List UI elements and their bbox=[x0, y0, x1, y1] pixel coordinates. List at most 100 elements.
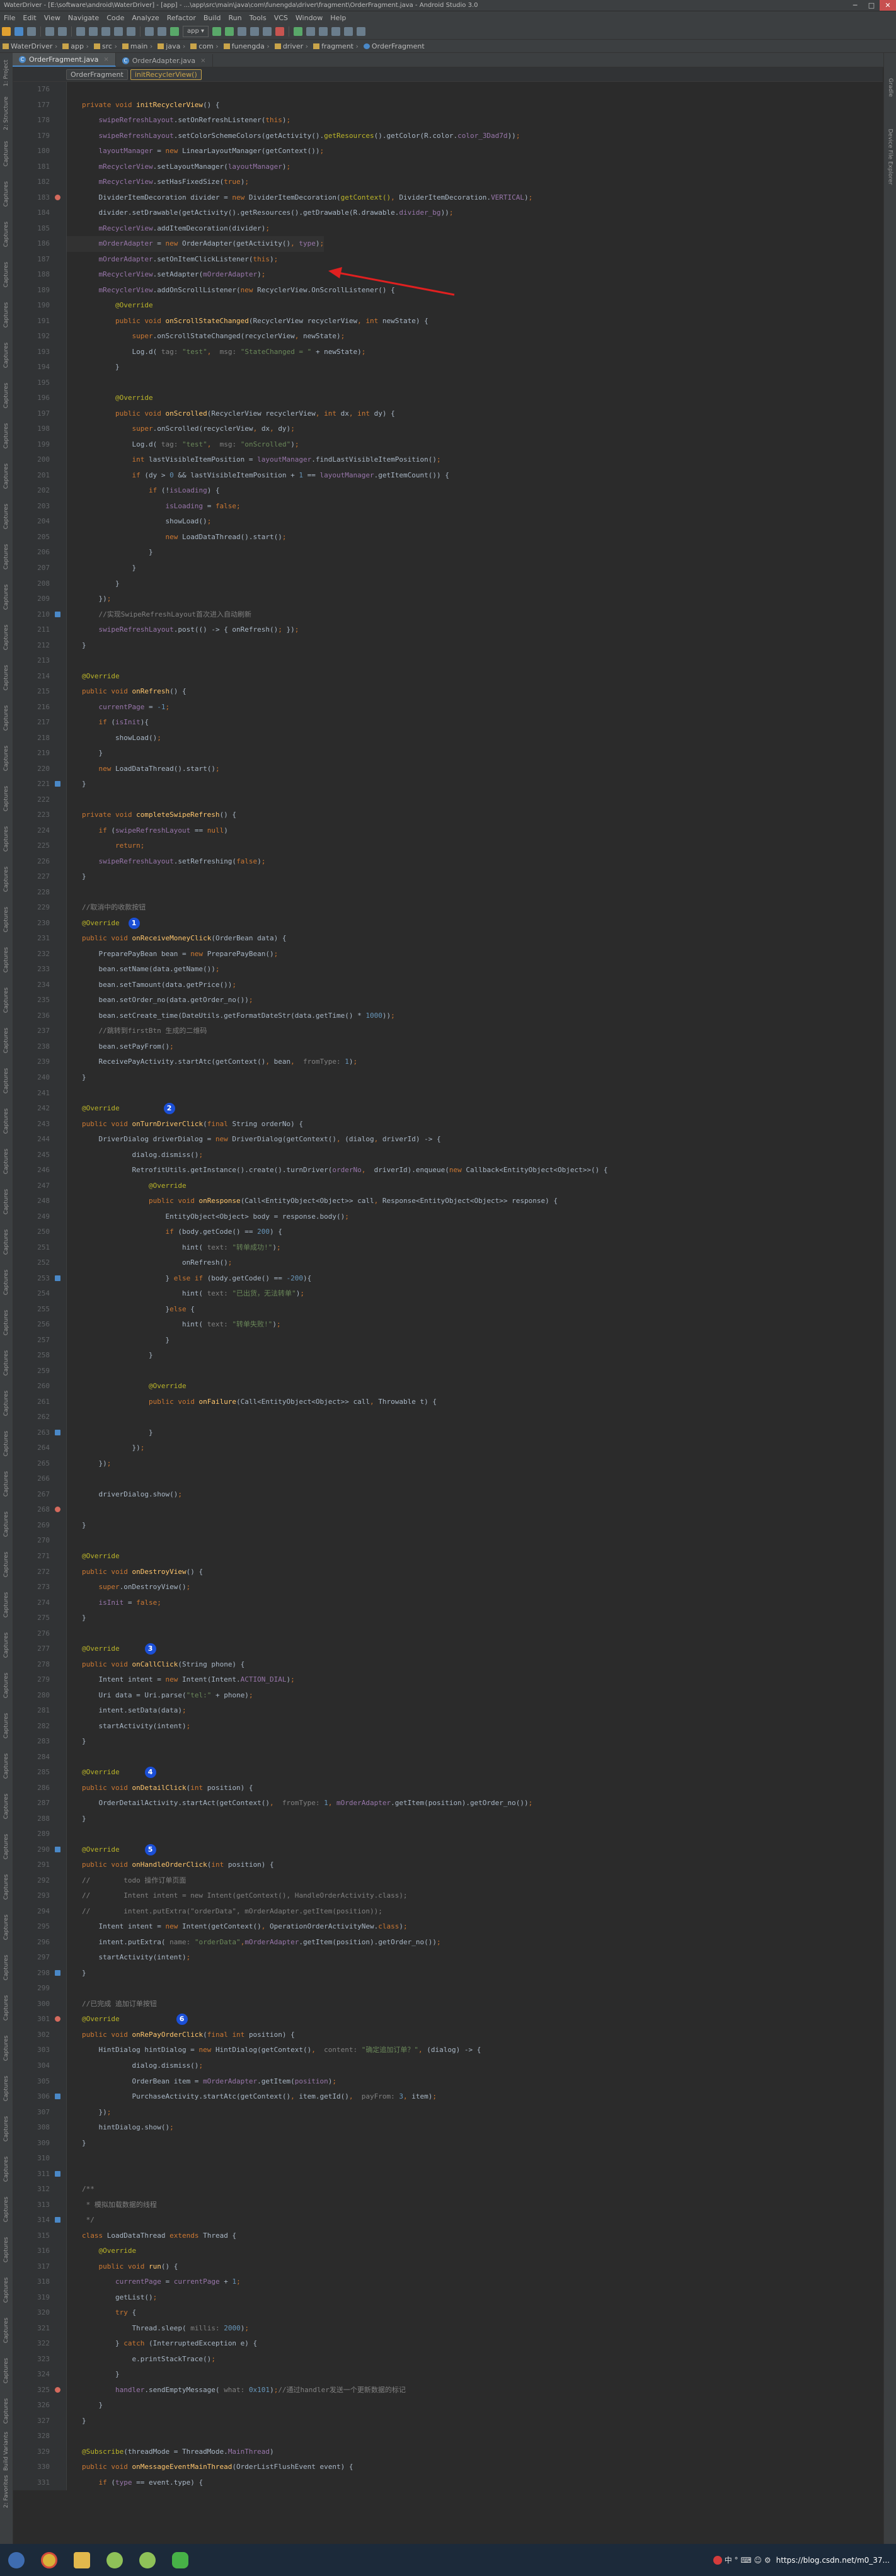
code-line[interactable]: 247 @Override bbox=[13, 1178, 883, 1194]
code-line[interactable]: 240} bbox=[13, 1070, 883, 1086]
tool-window-captures[interactable]: Captures bbox=[0, 1827, 13, 1867]
override-method-icon[interactable] bbox=[55, 2217, 60, 2223]
code-line[interactable]: 232 PreparePayBean bean = new PreparePay… bbox=[13, 946, 883, 962]
code-line[interactable]: 264 }); bbox=[13, 1440, 883, 1456]
code-line[interactable]: 285 @Override 4 bbox=[13, 1765, 883, 1781]
gutter-markers[interactable] bbox=[52, 2043, 67, 2058]
gutter-markers[interactable] bbox=[52, 2351, 67, 2368]
gutter-markers[interactable] bbox=[52, 1240, 67, 1256]
code-line[interactable]: 226 swipeRefreshLayout.setRefreshing(fal… bbox=[13, 853, 883, 870]
tool-window-captures[interactable]: Captures bbox=[0, 1101, 13, 1141]
code-line[interactable]: 219 } bbox=[13, 746, 883, 761]
code-line[interactable]: 258 } bbox=[13, 1348, 883, 1364]
tool-window-captures[interactable]: Captures bbox=[0, 1625, 13, 1665]
taskbar-app-explorer[interactable] bbox=[67, 2546, 96, 2575]
tool-window-captures[interactable]: Captures bbox=[0, 899, 13, 940]
gutter-markers[interactable] bbox=[52, 2151, 67, 2167]
undo-icon[interactable] bbox=[45, 27, 54, 36]
gutter-markers[interactable] bbox=[52, 1703, 67, 1719]
code-line[interactable]: 296 intent.putExtra( name: "orderData",m… bbox=[13, 1934, 883, 1951]
code-line[interactable]: 227} bbox=[13, 869, 883, 885]
gutter-markers[interactable] bbox=[52, 869, 67, 885]
close-tab-icon[interactable]: × bbox=[200, 57, 205, 64]
menu-vcs[interactable]: VCS bbox=[270, 14, 292, 22]
code-line[interactable]: 191 public void onScrollStateChanged(Rec… bbox=[13, 313, 883, 329]
gutter-markers[interactable] bbox=[52, 2058, 67, 2074]
gutter-markers[interactable] bbox=[52, 2135, 67, 2151]
code-line[interactable]: 321 Thread.sleep( millis: 2000); bbox=[13, 2320, 883, 2337]
tool-window-captures[interactable]: Captures bbox=[0, 1182, 13, 1222]
copy-icon[interactable] bbox=[89, 27, 98, 36]
gutter-markers[interactable] bbox=[52, 2305, 67, 2321]
gutter-markers[interactable] bbox=[52, 946, 67, 962]
code-line[interactable]: 251 hint( text: "转单成功!"); bbox=[13, 1240, 883, 1256]
gutter-markers[interactable] bbox=[52, 699, 67, 715]
tool-window-captures[interactable]: Captures bbox=[0, 2230, 13, 2270]
gutter-markers[interactable] bbox=[52, 560, 67, 576]
gutter-markers[interactable] bbox=[52, 1255, 67, 1271]
gutter-markers[interactable] bbox=[52, 962, 67, 977]
code-line[interactable]: 270 bbox=[13, 1533, 883, 1549]
gutter-markers[interactable] bbox=[52, 2243, 67, 2259]
gutter-markers[interactable] bbox=[52, 977, 67, 993]
tool-window-captures[interactable]: Captures bbox=[0, 1302, 13, 1343]
redo-icon[interactable] bbox=[58, 27, 67, 36]
gutter-markers[interactable] bbox=[52, 97, 67, 113]
gutter-markers[interactable] bbox=[52, 792, 67, 808]
code-line[interactable]: 319 getList(); bbox=[13, 2289, 883, 2306]
gutter-markers[interactable] bbox=[52, 2027, 67, 2043]
breakpoint-icon[interactable] bbox=[55, 194, 60, 200]
device-monitor-icon[interactable] bbox=[344, 27, 353, 36]
gutter-markers[interactable] bbox=[52, 853, 67, 870]
tool-window-captures[interactable]: Captures bbox=[0, 980, 13, 1020]
gutter-markers[interactable] bbox=[52, 2104, 67, 2121]
code-line[interactable]: 244 DriverDialog driverDialog = new Driv… bbox=[13, 1132, 883, 1148]
gutter-markers[interactable] bbox=[52, 375, 67, 391]
code-line[interactable]: 195 bbox=[13, 375, 883, 391]
code-line[interactable]: 255 }else { bbox=[13, 1301, 883, 1318]
gutter-markers[interactable] bbox=[52, 653, 67, 669]
code-line[interactable]: 194 } bbox=[13, 360, 883, 375]
code-line[interactable]: 301 @Override 6 bbox=[13, 2012, 883, 2027]
code-line[interactable]: 278 public void onCallClick(String phone)… bbox=[13, 1656, 883, 1673]
nav-method[interactable]: initRecyclerView() bbox=[130, 69, 202, 80]
find-icon[interactable] bbox=[114, 27, 123, 36]
code-line[interactable]: 239 ReceivePayActivity.startAtc(getConte… bbox=[13, 1054, 883, 1070]
code-line[interactable]: 326 } bbox=[13, 2398, 883, 2414]
gutter-markers[interactable] bbox=[52, 190, 67, 206]
gutter-markers[interactable] bbox=[52, 174, 67, 190]
gutter-markers[interactable] bbox=[52, 390, 67, 406]
code-line[interactable]: 281 intent.setData(data); bbox=[13, 1703, 883, 1719]
gutter-markers[interactable] bbox=[52, 1564, 67, 1580]
tool-window-captures[interactable]: Captures bbox=[0, 2109, 13, 2149]
gutter-markers[interactable] bbox=[52, 467, 67, 484]
gutter-markers[interactable] bbox=[52, 1101, 67, 1117]
gutter-markers[interactable] bbox=[52, 1718, 67, 1735]
tool-window-captures[interactable]: Captures bbox=[0, 1544, 13, 1585]
tool-window-captures[interactable]: Captures bbox=[0, 456, 13, 496]
make-project-icon[interactable] bbox=[170, 27, 179, 36]
tool-window-captures[interactable]: Captures bbox=[0, 1464, 13, 1504]
code-line[interactable]: 192 super.onScrollStateChanged(recyclerV… bbox=[13, 329, 883, 345]
gutter-markers[interactable] bbox=[52, 1363, 67, 1379]
gutter-markers[interactable] bbox=[52, 2413, 67, 2429]
gutter-markers[interactable] bbox=[52, 1811, 67, 1827]
code-line[interactable]: 230 @Override 1 bbox=[13, 915, 883, 932]
code-line[interactable]: 298} bbox=[13, 1965, 883, 1981]
sogou-input-icon[interactable] bbox=[713, 2555, 722, 2565]
breakpoint-icon[interactable] bbox=[55, 2016, 60, 2022]
tab-orderadapter[interactable]: C OrderAdapter.java × bbox=[116, 54, 213, 67]
code-line[interactable]: 322 } catch (InterruptedException e) { bbox=[13, 2336, 883, 2352]
gutter-markers[interactable] bbox=[52, 144, 67, 159]
gutter-markers[interactable] bbox=[52, 1842, 67, 1858]
code-line[interactable]: 327} bbox=[13, 2413, 883, 2429]
tool-window-captures[interactable]: Captures bbox=[0, 2068, 13, 2109]
gutter-markers[interactable] bbox=[52, 251, 67, 268]
tool-window-captures[interactable]: Captures bbox=[0, 1504, 13, 1544]
breakpoint-icon[interactable] bbox=[55, 2386, 60, 2393]
gutter-markers[interactable] bbox=[52, 1410, 67, 1425]
code-line[interactable]: 236 bean.setCreate_time(DateUtils.getFor… bbox=[13, 1008, 883, 1024]
maximize-button[interactable]: □ bbox=[863, 0, 880, 11]
tool-window-captures[interactable]: Captures bbox=[0, 2351, 13, 2391]
tool-window-captures[interactable]: Captures bbox=[0, 1665, 13, 1706]
